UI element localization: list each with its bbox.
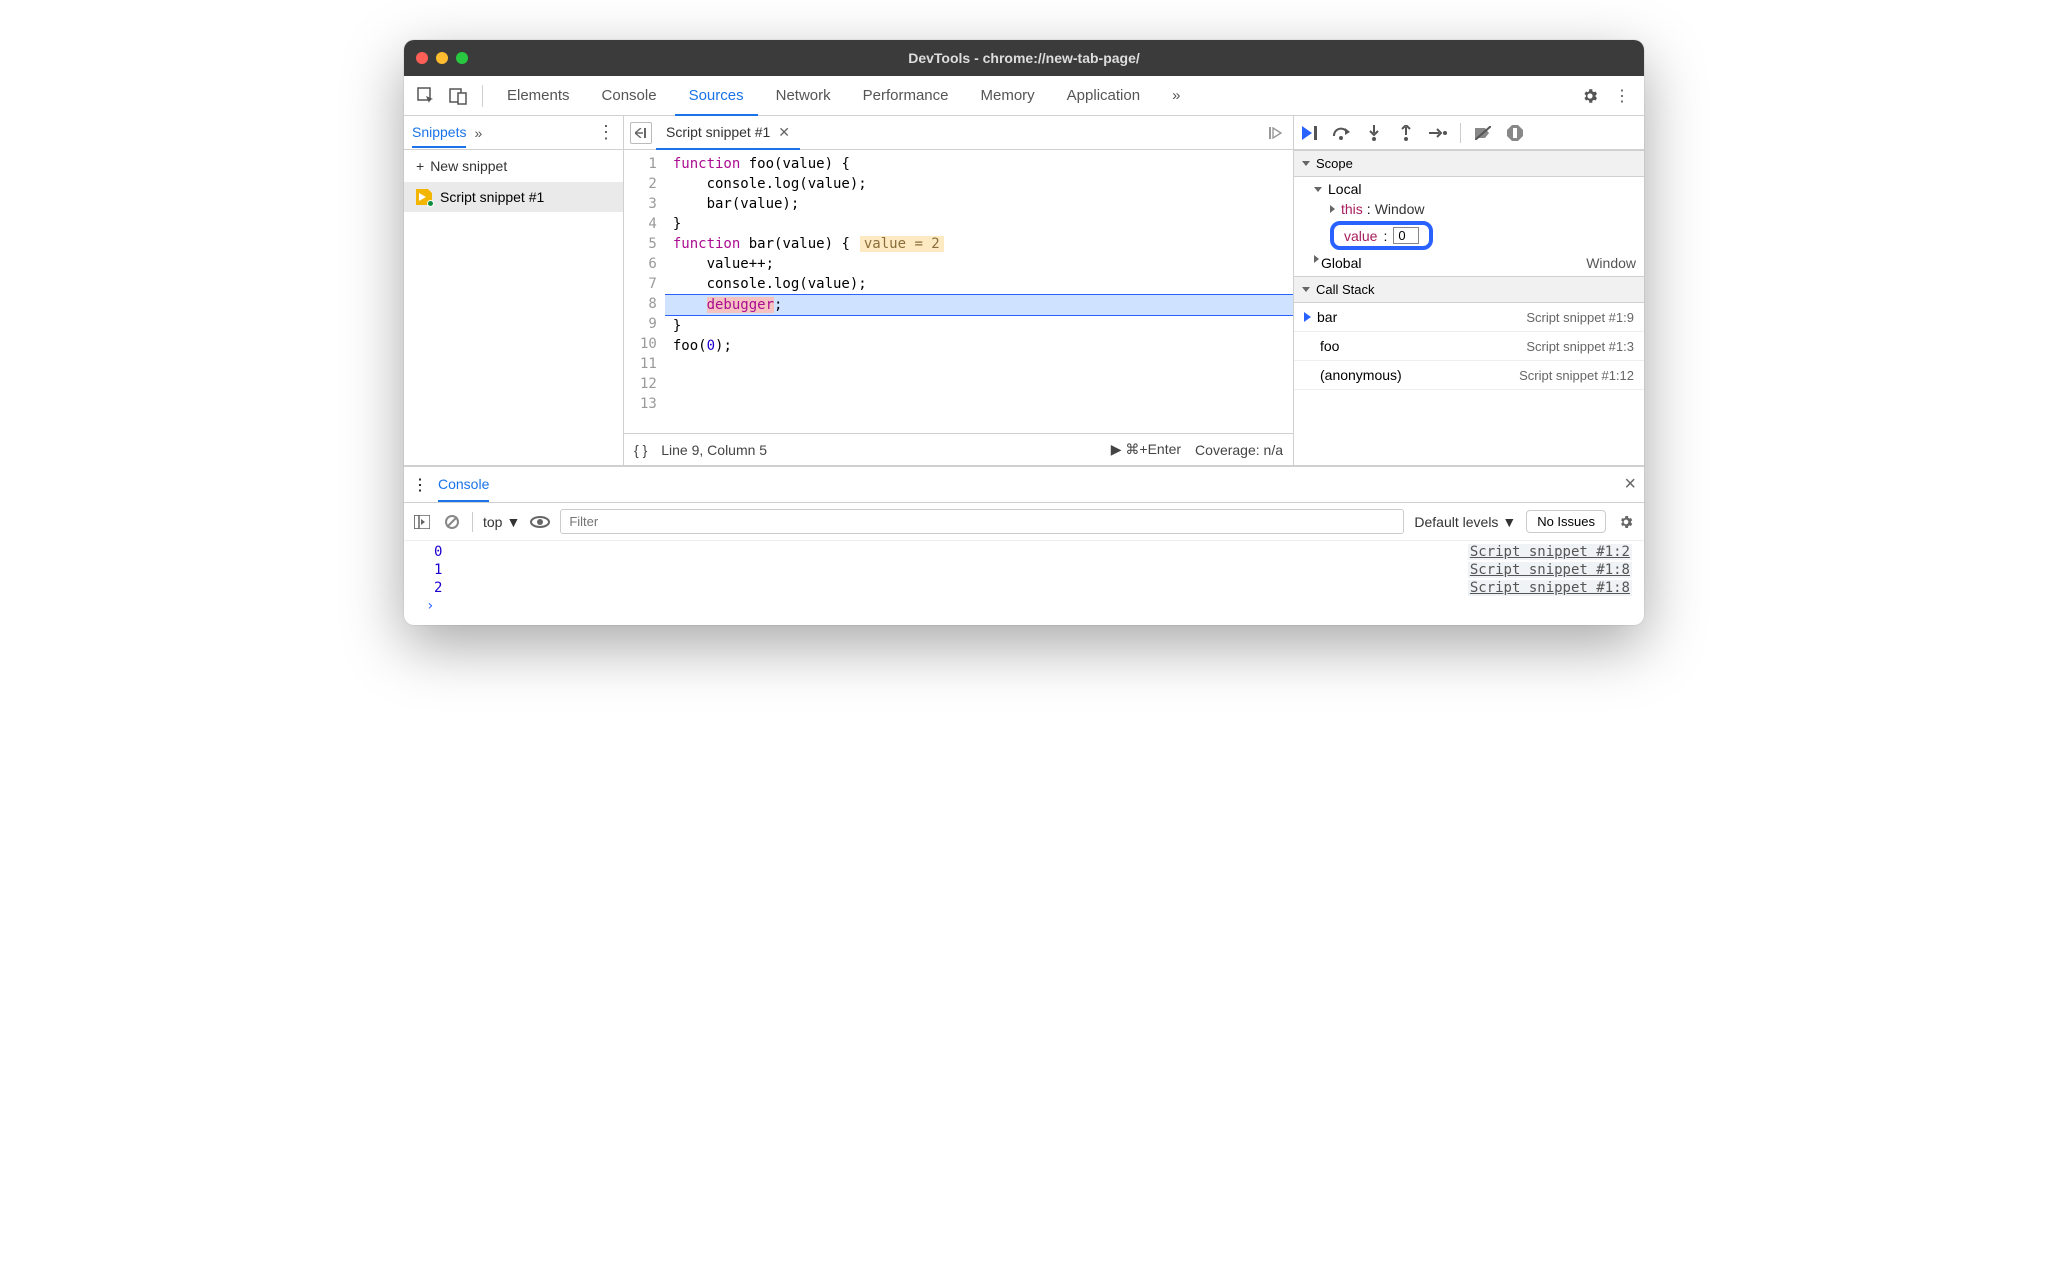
callstack-frame[interactable]: (anonymous)Script snippet #1:12 [1294, 361, 1644, 390]
device-toggle-icon[interactable] [444, 82, 472, 110]
panel-tabs: ElementsConsoleSourcesNetworkPerformance… [404, 76, 1644, 116]
tab-memory[interactable]: Memory [967, 76, 1049, 115]
snippet-file-icon [416, 189, 432, 205]
resume-icon[interactable] [1300, 123, 1320, 143]
more-icon[interactable]: ⋮ [1608, 82, 1636, 110]
navigator-tabs: Snippets » ⋮ [404, 116, 623, 150]
snippet-item[interactable]: Script snippet #1 [404, 182, 623, 212]
titlebar: DevTools - chrome://new-tab-page/ [404, 40, 1644, 76]
drawer-more-icon[interactable]: ⋮ [412, 475, 428, 495]
cursor-position: Line 9, Column 5 [661, 442, 767, 458]
console-settings-icon[interactable] [1616, 512, 1636, 532]
pause-exceptions-icon[interactable] [1505, 123, 1525, 143]
editor-tab[interactable]: Script snippet #1 ✕ [656, 117, 800, 150]
filter-input[interactable] [560, 509, 1404, 534]
console-source-link[interactable]: Script snippet #1:8 [1468, 562, 1632, 578]
console-output: 0Script snippet #1:21Script snippet #1:8… [404, 541, 1644, 625]
scope-local[interactable]: Local [1294, 179, 1644, 199]
console-source-link[interactable]: Script snippet #1:2 [1468, 544, 1632, 560]
step-out-icon[interactable] [1396, 123, 1416, 143]
inspect-icon[interactable] [412, 82, 440, 110]
console-drawer: ⋮ Console × top ▼ Default levels ▼ No Is… [404, 466, 1644, 625]
context-selector[interactable]: top ▼ [483, 514, 520, 530]
editor-pane: Script snippet #1 ✕ 12345678910111213 fu… [624, 116, 1294, 465]
live-expression-icon[interactable] [530, 512, 550, 532]
new-snippet-button[interactable]: + New snippet [404, 150, 623, 182]
code-line[interactable]: value++; [673, 254, 1285, 274]
scope-header[interactable]: Scope [1294, 150, 1644, 177]
devtools-window: DevTools - chrome://new-tab-page/ Elemen… [404, 40, 1644, 625]
callstack-header[interactable]: Call Stack [1294, 276, 1644, 303]
code-line[interactable]: function bar(value) {value = 2 [673, 234, 1285, 254]
scope-body: Local this: Window value: GlobalWindow [1294, 177, 1644, 276]
code-line[interactable]: console.log(value); [673, 174, 1285, 194]
code-line[interactable]: } [673, 316, 1285, 336]
debugger-toolbar [1294, 116, 1644, 150]
scope-value-highlight: value: [1294, 219, 1644, 252]
drawer-tabs: ⋮ Console × [404, 467, 1644, 503]
format-icon[interactable]: { } [634, 442, 647, 458]
line-gutter: 12345678910111213 [624, 150, 665, 433]
tab-application[interactable]: Application [1053, 76, 1154, 115]
new-snippet-label: New snippet [430, 158, 507, 174]
snippet-item-label: Script snippet #1 [440, 189, 544, 205]
editor-tab-label: Script snippet #1 [666, 124, 770, 140]
deactivate-breakpoints-icon[interactable] [1473, 123, 1493, 143]
nav-forward-icon[interactable] [1265, 122, 1287, 144]
callstack-frame[interactable]: barScript snippet #1:9 [1294, 303, 1644, 332]
tab-performance[interactable]: Performance [849, 76, 963, 115]
code-line[interactable]: function foo(value) { [673, 154, 1285, 174]
code-area[interactable]: function foo(value) { console.log(value)… [665, 150, 1293, 433]
settings-icon[interactable] [1576, 82, 1604, 110]
nav-back-icon[interactable] [630, 122, 652, 144]
close-drawer-icon[interactable]: × [1624, 473, 1636, 496]
code-line[interactable]: console.log(value); [673, 274, 1285, 294]
console-toolbar: top ▼ Default levels ▼ No Issues [404, 503, 1644, 541]
issues-button[interactable]: No Issues [1526, 510, 1606, 533]
editor-statusbar: { } Line 9, Column 5 ▶ ⌘+Enter Coverage:… [624, 433, 1293, 465]
tab-console[interactable]: Console [438, 476, 489, 502]
console-sidebar-icon[interactable] [412, 512, 432, 532]
step-icon[interactable] [1428, 123, 1448, 143]
navigator-more-icon[interactable]: ⋮ [597, 122, 615, 143]
code-line[interactable]: debugger; [665, 294, 1293, 316]
sources-panel: Snippets » ⋮ + New snippet Script snippe… [404, 116, 1644, 466]
tab-network[interactable]: Network [762, 76, 845, 115]
tab-sources[interactable]: Sources [675, 77, 758, 116]
console-row: 2Script snippet #1:8 [404, 579, 1644, 597]
editor-tabbar: Script snippet #1 ✕ [624, 116, 1293, 150]
log-levels-selector[interactable]: Default levels ▼ [1414, 514, 1516, 530]
clear-console-icon[interactable] [442, 512, 462, 532]
run-snippet-button[interactable]: ▶ ⌘+Enter [1111, 441, 1181, 458]
code-line[interactable]: bar(value); [673, 194, 1285, 214]
callstack-frame[interactable]: fooScript snippet #1:3 [1294, 332, 1644, 361]
step-into-icon[interactable] [1364, 123, 1384, 143]
tab-snippets[interactable]: Snippets [412, 124, 466, 148]
console-prompt[interactable]: › [404, 597, 1644, 615]
code-line[interactable]: } [673, 214, 1285, 234]
console-source-link[interactable]: Script snippet #1:8 [1468, 580, 1632, 596]
code-line[interactable]: foo(0); [673, 336, 1285, 356]
coverage-status: Coverage: n/a [1195, 442, 1283, 458]
plus-icon: + [416, 158, 424, 174]
callstack-body: barScript snippet #1:9fooScript snippet … [1294, 303, 1644, 390]
tab-console[interactable]: Console [588, 76, 671, 115]
scope-value-name: value [1344, 228, 1377, 244]
tab-elements[interactable]: Elements [493, 76, 584, 115]
scope-global[interactable]: GlobalWindow [1294, 252, 1644, 274]
navigator-sidebar: Snippets » ⋮ + New snippet Script snippe… [404, 116, 624, 465]
tabs-overflow-icon[interactable]: » [1158, 76, 1194, 115]
scope-this[interactable]: this: Window [1294, 199, 1644, 219]
step-over-icon[interactable] [1332, 123, 1352, 143]
code-editor[interactable]: 12345678910111213 function foo(value) { … [624, 150, 1293, 433]
console-row: 1Script snippet #1:8 [404, 561, 1644, 579]
console-row: 0Script snippet #1:2 [404, 543, 1644, 561]
window-title: DevTools - chrome://new-tab-page/ [404, 50, 1644, 66]
scope-value-input[interactable] [1393, 227, 1419, 244]
debugger-sidebar: Scope Local this: Window value: GlobalWi… [1294, 116, 1644, 465]
close-tab-icon[interactable]: ✕ [778, 124, 790, 141]
navigator-overflow-icon[interactable]: » [474, 125, 482, 141]
